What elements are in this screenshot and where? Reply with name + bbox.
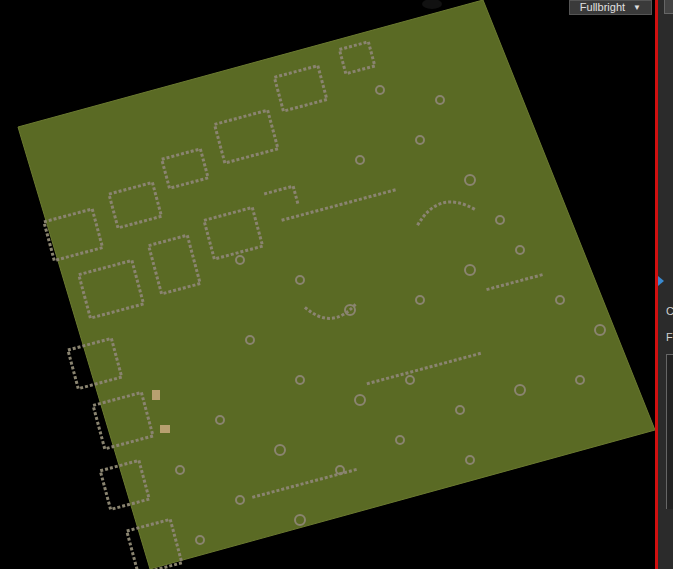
render-mode-dropdown[interactable]: Fullbright ▼ xyxy=(569,0,652,15)
panel-label: C xyxy=(666,304,673,318)
side-panel: CF xyxy=(658,0,673,569)
render-mode-label: Fullbright xyxy=(580,2,625,13)
panel-box xyxy=(666,354,673,509)
panel-header xyxy=(664,0,673,14)
editor-window: Fullbright ▼ CF xyxy=(0,0,673,569)
viewport[interactable]: Fullbright ▼ xyxy=(0,0,655,569)
expand-icon[interactable] xyxy=(658,276,664,286)
panel-label: F xyxy=(666,330,673,344)
panel-labels: CF xyxy=(658,304,673,344)
dropdown-arrow-icon[interactable]: ▼ xyxy=(633,4,641,12)
terrain-map[interactable] xyxy=(0,0,655,569)
